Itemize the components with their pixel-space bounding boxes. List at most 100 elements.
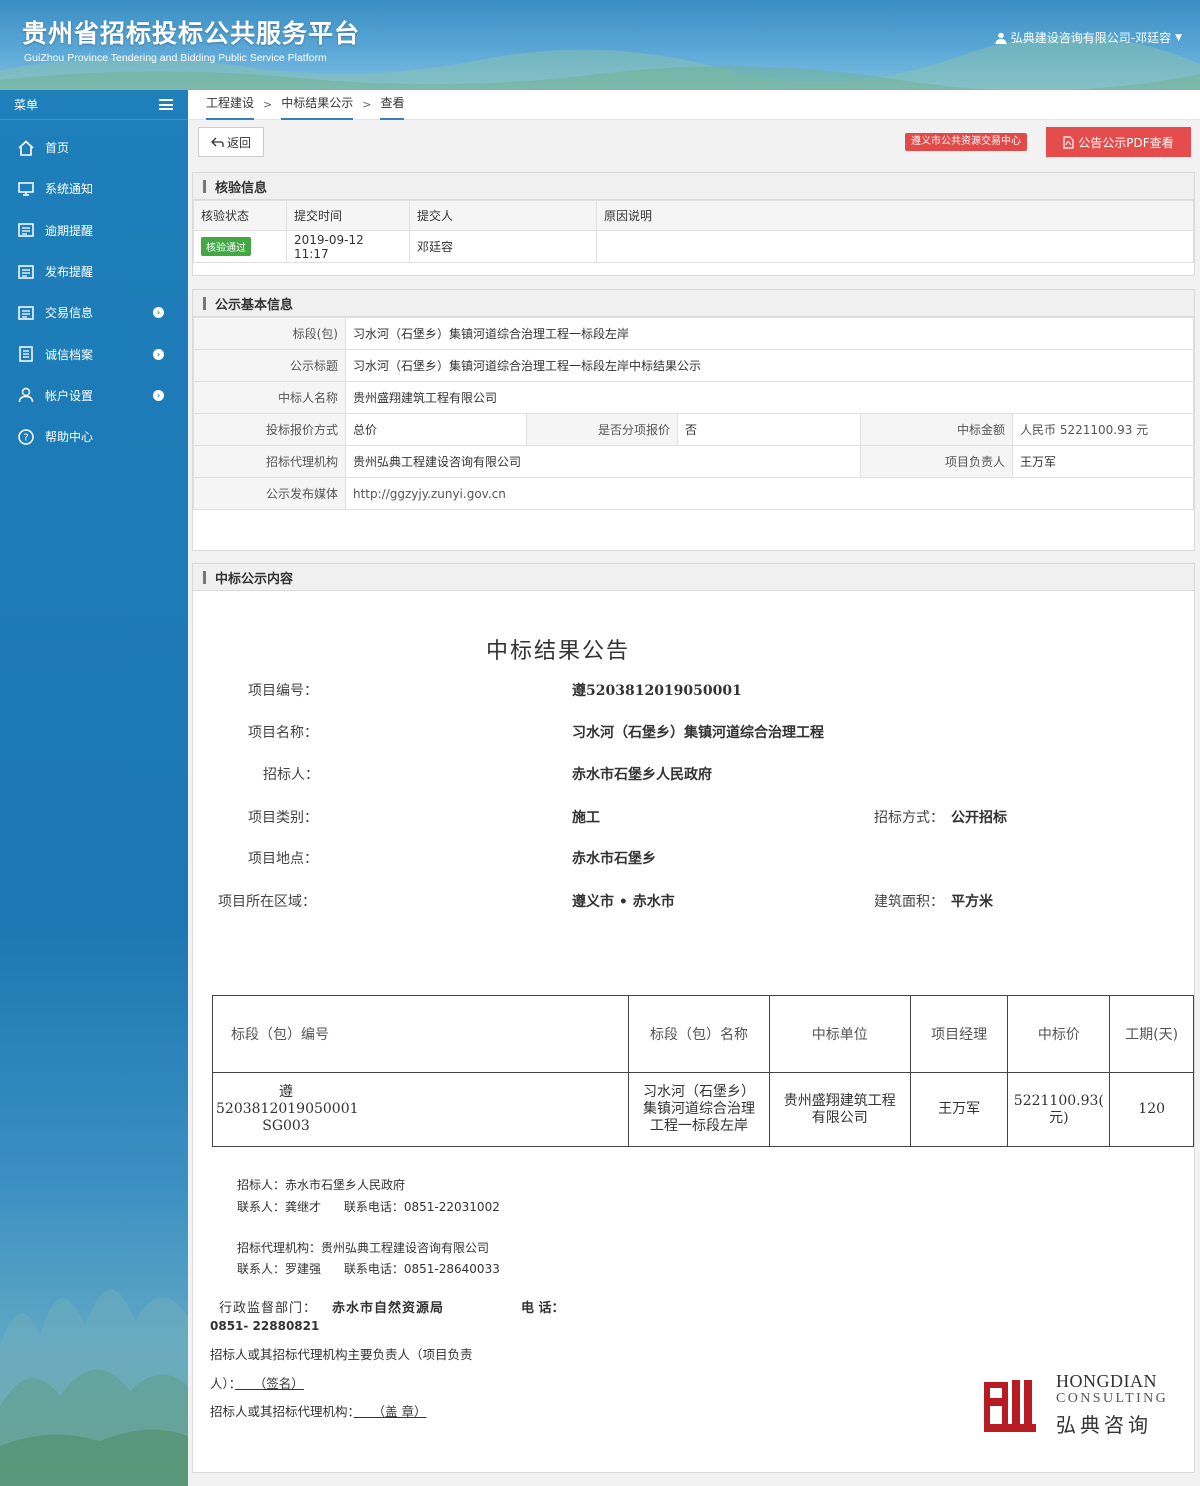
column-header: 提交人 [409,200,597,231]
supervise-value: 赤水市自然资源局 [332,1301,445,1316]
section-no-cell: 遵 5203812019050001 SG003 [211,1072,630,1147]
breadcrumb-item-result[interactable]: 中标结果公示 [281,90,354,120]
column-header: 工期(天) [1109,995,1194,1073]
seal-line: 招标人或其招标代理机构： （盖 章） [210,1404,427,1419]
field-label: 项目负责人 [860,445,1013,478]
region-label: 项目所在区域： [218,894,316,910]
user-name: 弘典建设咨询有限公司-邓廷容 [1010,31,1172,45]
supervise-label: 行政监督部门： [219,1301,318,1316]
tenderer: 赤水市石堡乡人民政府 [572,767,712,783]
user-icon [995,32,1007,44]
list-icon [16,220,36,240]
panel-title: 公示基本信息 [193,290,1194,317]
chevron-right-icon: › [153,389,164,401]
sidebar-item-label: 帐户设置 [45,388,94,403]
area-label: 建筑面积： [874,894,944,910]
document-list-icon [16,344,36,364]
agency-contact-person: 联系人：罗建强 联系电话：0851-28640033 [237,1262,500,1276]
top-header: 贵州省招标投标公共服务平台 GuiZhou Province Tendering… [0,0,1200,90]
back-button[interactable]: 返回 [198,127,264,157]
location-label: 项目地点： [248,851,318,867]
home-icon [16,138,36,158]
method: 公开招标 [951,810,1007,826]
pdf-view-label: 公告公示PDF查看 [1078,135,1174,150]
sidebar-item-publish[interactable]: 发布提醒 [0,251,188,292]
field-value: 王万军 [1012,445,1194,478]
column-header: 核验状态 [193,200,287,231]
winner-unit-cell: 贵州盛翔建筑工程 有限公司 [768,1072,911,1147]
notice-document: 中标结果公告 项目编号： 遵5203812019050001 项目名称： 习水河… [193,591,1194,1481]
sign-line: 招标人或其招标代理机构主要负责人（项目负责 [210,1347,473,1362]
monitor-icon [16,179,36,199]
reason [596,230,1194,263]
project-name: 习水河（石堡乡）集镇河道综合治理工程 [572,725,824,741]
field-label: 中标金额 [860,413,1013,446]
field-label: 公示发布媒体 [193,477,346,510]
phone-label: 电 话： [521,1301,565,1316]
phone-value: 0851- 22880821 [210,1319,320,1333]
field-label: 是否分项报价 [526,413,678,446]
tenderer-contact: 招标人：赤水市石堡乡人民政府 [237,1178,406,1192]
sidebar: 菜单 首页 系统通知 逾期提醒 发布提醒 交易信息 › 诚信档案 › 帐户设置 … [0,90,188,1486]
table-row: 遵 5203812019050001 SG003 习水河（石堡乡） 集镇河道综合… [211,1072,1194,1147]
field-value: 贵州盛翔建筑工程有限公司 [345,381,1194,414]
logo-text-hongdian: HONGDIAN [1056,1371,1157,1391]
sidebar-item-account[interactable]: 帐户设置 › [0,375,188,416]
sidebar-item-label: 诚信档案 [45,347,94,362]
submit-time: 2019-09-12 11:17 [286,230,410,263]
field-label: 标段(包) [193,317,346,350]
tenderer-contact-person: 联系人：龚继才 联系电话：0851-22031002 [237,1200,500,1214]
logo-text-consulting: CONSULTING [1056,1391,1169,1406]
field-label: 中标人名称 [193,381,346,414]
hamburger-icon[interactable] [159,99,173,110]
sidebar-item-label: 发布提醒 [45,265,94,280]
sidebar-item-credit[interactable]: 诚信档案 › [0,333,188,374]
column-header: 原因说明 [596,200,1194,231]
pdf-view-button[interactable]: 公告公示PDF查看 [1046,127,1191,157]
sidebar-landscape-decoration [0,1289,188,1486]
main-content: 工程建设 > 中标结果公示 > 查看 返回 遵义市公共资源交易中心 公告公示PD… [188,90,1200,1486]
notice-content-panel: 中标公示内容 中标结果公告 项目编号： 遵5203812019050001 项目… [192,563,1195,1473]
verify-panel: 核验信息 核验状态 提交时间 提交人 原因说明 核验通过 2019-09-12 … [192,172,1195,276]
sidebar-item-help[interactable]: ? 帮助中心 [0,416,188,457]
logo-text-cn: 弘典咨询 [1056,1413,1152,1437]
document-title: 中标结果公告 [486,639,631,664]
platform-subtitle: GuiZhou Province Tendering and Bidding P… [24,52,327,64]
status-badge: 核验通过 [201,237,251,256]
chevron-right-icon: › [153,307,164,319]
pdf-icon [1063,135,1074,149]
field-value: 人民币 5221100.93 元 [1012,413,1194,446]
panel-title: 核验信息 [193,173,1194,200]
manager-cell: 王万军 [909,1072,1009,1147]
breadcrumb-item-engineering[interactable]: 工程建设 [206,90,255,120]
breadcrumb: 工程建设 > 中标结果公示 > 查看 [188,90,1200,120]
sidebar-item-overdue[interactable]: 逾期提醒 [0,210,188,251]
field-label: 公示标题 [193,349,346,382]
field-value: 否 [677,413,861,446]
column-header: 标段（包）名称 [628,995,770,1073]
column-header: 项目经理 [909,995,1009,1073]
breadcrumb-separator-icon: > [362,98,372,111]
submitter: 邓廷容 [409,230,597,263]
trade-center-tag: 遵义市公共资源交易中心 [905,133,1027,151]
sidebar-item-label: 逾期提醒 [45,223,94,238]
platform-title: 贵州省招标投标公共服务平台 [22,19,361,48]
sidebar-item-home[interactable]: 首页 [0,127,188,168]
breadcrumb-separator-icon: > [263,98,273,111]
field-value: 习水河（石堡乡）集镇河道综合治理工程一标段左岸中标结果公示 [345,349,1194,382]
area: 平方米 [951,894,993,910]
basic-info-table: 标段(包) 习水河（石堡乡）集镇河道综合治理工程一标段左岸 公示标题 习水河（石… [193,317,1194,510]
sidebar-item-label: 系统通知 [45,182,94,197]
media-link[interactable]: http://ggzyjy.zunyi.gov.cn [345,477,1194,510]
bid-result-table: 标段（包）编号 标段（包）名称 中标单位 项目经理 中标价 工期(天) 遵 52… [211,995,1194,1147]
column-header: 标段（包）编号 [211,995,630,1073]
panel-title: 中标公示内容 [193,564,1194,591]
sidebar-item-trade[interactable]: 交易信息 › [0,292,188,333]
method-label: 招标方式： [874,810,944,826]
sidebar-item-label: 交易信息 [45,306,94,321]
column-header: 提交时间 [286,200,410,231]
breadcrumb-item-view: 查看 [380,90,405,120]
list-icon [16,262,36,282]
sidebar-item-notice[interactable]: 系统通知 [0,168,188,209]
user-menu[interactable]: 弘典建设咨询有限公司-邓廷容 ▼ [995,29,1182,46]
